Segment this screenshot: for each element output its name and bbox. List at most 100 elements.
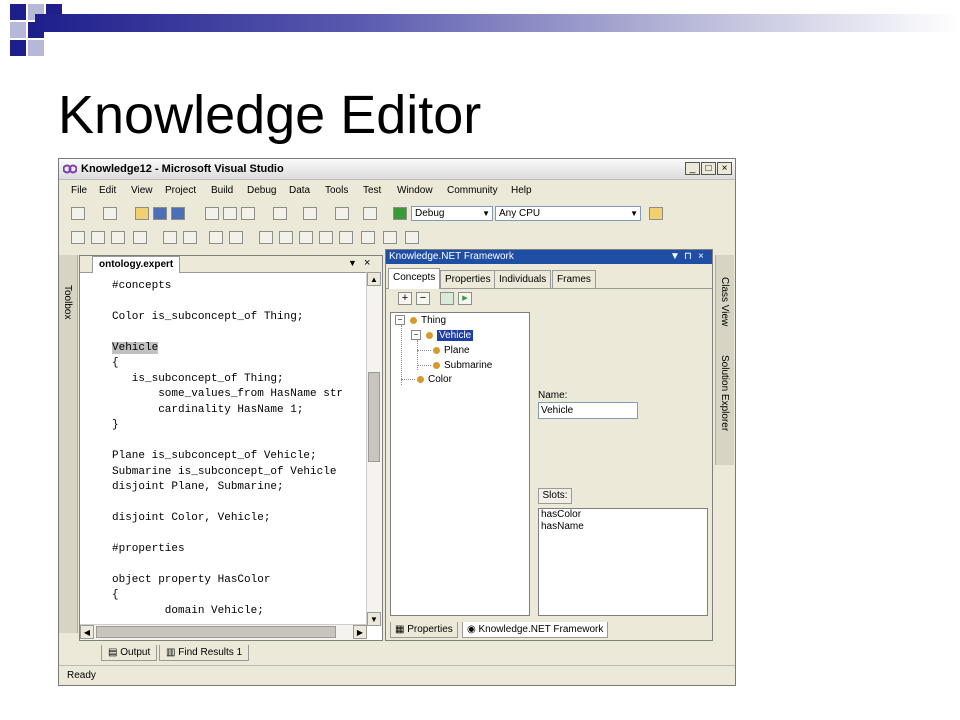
scroll-up-button[interactable]: ▲ <box>367 272 381 286</box>
tree-node-plane[interactable]: Plane <box>433 344 470 357</box>
horizontal-scrollbar[interactable]: ◀ ▶ <box>80 624 367 640</box>
toolbar-icon[interactable] <box>361 231 375 244</box>
configuration-select[interactable]: Debug ▼ <box>411 206 493 221</box>
toolbar-icon[interactable] <box>319 231 333 244</box>
open-file-icon[interactable] <box>135 207 149 220</box>
indent-icon[interactable] <box>183 231 197 244</box>
tab-properties[interactable]: Properties <box>440 270 496 288</box>
deco-square-1 <box>10 4 26 20</box>
menu-window[interactable]: Window <box>397 185 433 196</box>
toolbar-icon[interactable] <box>111 231 125 244</box>
tab-frames[interactable]: Frames <box>552 270 596 288</box>
menu-test[interactable]: Test <box>363 185 381 196</box>
add-concept-button[interactable]: + <box>398 292 412 305</box>
redo-icon[interactable] <box>303 207 317 220</box>
toolbar-icon[interactable] <box>339 231 353 244</box>
close-button[interactable]: × <box>717 162 732 175</box>
menu-debug[interactable]: Debug <box>247 185 276 196</box>
list-item[interactable]: hasName <box>539 521 707 533</box>
start-debugging-icon[interactable] <box>393 207 407 220</box>
comment-icon[interactable] <box>209 231 223 244</box>
paste-icon[interactable] <box>241 207 255 220</box>
vertical-scrollbar[interactable]: ▲ ▼ <box>366 272 382 626</box>
new-project-icon[interactable] <box>71 207 85 220</box>
menu-edit[interactable]: Edit <box>99 185 116 196</box>
tree-node-submarine[interactable]: Submarine <box>433 359 492 372</box>
toolbar-icon[interactable] <box>279 231 293 244</box>
maximize-button[interactable]: □ <box>701 162 716 175</box>
outdent-icon[interactable] <box>163 231 177 244</box>
toolbox-label[interactable]: Toolbox <box>62 285 73 319</box>
toolbar-icon[interactable] <box>133 231 147 244</box>
add-item-icon[interactable] <box>103 207 117 220</box>
refresh-icon[interactable] <box>440 292 454 305</box>
panel-tabs: Concepts Properties Individuals Frames <box>386 268 712 289</box>
scroll-thumb[interactable] <box>368 372 380 462</box>
toolbar-icon[interactable] <box>259 231 273 244</box>
menu-community[interactable]: Community <box>447 185 498 196</box>
platform-select[interactable]: Any CPU ▼ <box>495 206 641 221</box>
navigate-forward-icon[interactable] <box>363 207 377 220</box>
minimize-button[interactable]: _ <box>685 162 700 175</box>
chevron-down-icon[interactable]: ▼ <box>670 250 680 264</box>
toolbar-icon[interactable] <box>91 231 105 244</box>
code-line: } <box>112 419 119 431</box>
tab-concepts[interactable]: Concepts <box>388 268 441 289</box>
close-icon[interactable]: × <box>698 250 704 264</box>
solution-explorer-tab[interactable]: Solution Explorer <box>719 355 730 431</box>
toolbar-icon[interactable] <box>405 231 419 244</box>
menu-build[interactable]: Build <box>211 185 233 196</box>
menu-file[interactable]: File <box>71 185 87 196</box>
toolbox-strip[interactable]: Toolbox <box>59 255 78 633</box>
tree-node-vehicle[interactable]: − Vehicle <box>411 329 474 342</box>
tree-node-color[interactable]: Color <box>417 373 452 386</box>
tree-node-thing[interactable]: − Thing <box>395 314 446 327</box>
code-line: Color is_subconcept_of Thing; <box>112 311 304 323</box>
menu-help[interactable]: Help <box>511 185 532 196</box>
tab-find-results[interactable]: ▥ Find Results 1 <box>159 645 250 661</box>
scroll-right-button[interactable]: ▶ <box>353 625 367 639</box>
slots-list[interactable]: hasColor hasName <box>538 508 708 616</box>
list-item[interactable]: hasColor <box>539 509 707 521</box>
concept-icon <box>433 361 440 369</box>
save-icon[interactable] <box>153 207 167 220</box>
menu-view[interactable]: View <box>131 185 153 196</box>
scroll-left-button[interactable]: ◀ <box>80 625 94 639</box>
save-all-icon[interactable] <box>171 207 185 220</box>
toolbar-icon[interactable] <box>383 231 397 244</box>
tab-ontology-expert[interactable]: ontology.expert <box>92 256 181 273</box>
concept-tree[interactable]: − Thing − Vehicle Plane Submarine Color <box>390 312 530 616</box>
code-editor[interactable]: ontology.expert ▼ × #concepts Color is_s… <box>79 255 383 641</box>
navigate-back-icon[interactable] <box>335 207 349 220</box>
name-input[interactable]: Vehicle <box>538 402 638 419</box>
deco-square-7 <box>28 40 44 56</box>
menu-tools[interactable]: Tools <box>325 185 348 196</box>
toolbar-icon[interactable] <box>299 231 313 244</box>
close-icon[interactable]: × <box>364 257 370 269</box>
uncomment-icon[interactable] <box>229 231 243 244</box>
tab-individuals[interactable]: Individuals <box>494 270 552 288</box>
scroll-down-button[interactable]: ▼ <box>367 612 381 626</box>
class-view-tab[interactable]: Class View <box>719 277 730 326</box>
copy-icon[interactable] <box>223 207 237 220</box>
chevron-down-icon[interactable]: ▼ <box>348 258 357 268</box>
cut-icon[interactable] <box>205 207 219 220</box>
undo-icon[interactable] <box>273 207 287 220</box>
toolbar-icon[interactable] <box>71 231 85 244</box>
menu-project[interactable]: Project <box>165 185 196 196</box>
code-line: domain Vehicle; <box>112 605 264 616</box>
tab-knowledge-framework[interactable]: ◉ Knowledge.NET Framework <box>462 622 609 638</box>
apply-icon[interactable]: ▸ <box>458 292 472 305</box>
pin-icon[interactable]: ⊓ <box>684 250 692 264</box>
code-text[interactable]: #concepts Color is_subconcept_of Thing; … <box>112 280 364 616</box>
collapse-icon: − <box>395 315 405 326</box>
remove-concept-button[interactable]: − <box>416 292 430 305</box>
menu-data[interactable]: Data <box>289 185 310 196</box>
name-label: Name: <box>538 390 568 401</box>
tab-properties-window[interactable]: ▦ Properties <box>390 622 458 638</box>
tab-output[interactable]: ▤ Output <box>101 645 158 661</box>
code-line: { <box>112 357 119 369</box>
find-in-files-icon[interactable] <box>649 207 663 220</box>
scroll-thumb[interactable] <box>96 626 336 638</box>
concept-icon <box>433 346 440 354</box>
